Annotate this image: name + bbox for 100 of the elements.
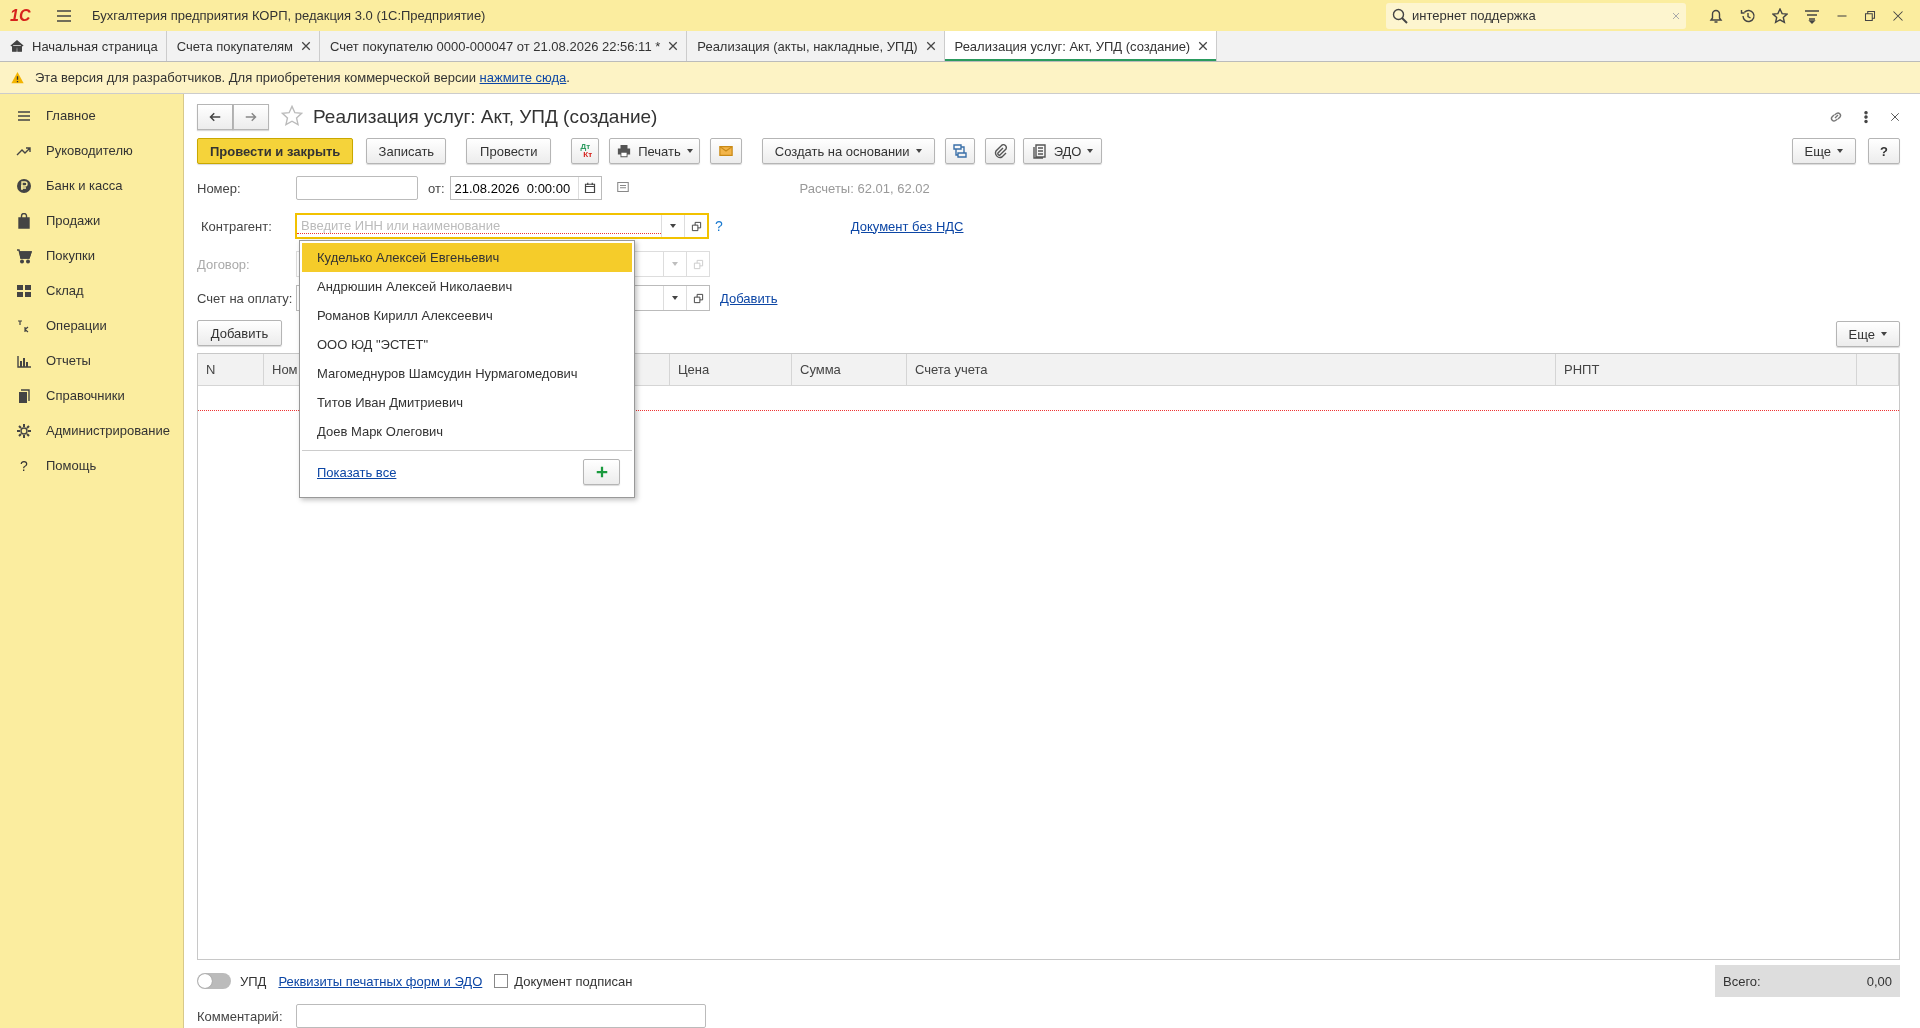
cart-icon [16, 247, 32, 264]
column-header: РНПТ [1556, 354, 1857, 385]
upd-toggle[interactable] [197, 973, 231, 989]
debit-credit-button[interactable]: Дт Кт [571, 138, 600, 164]
add-button[interactable] [583, 459, 620, 485]
attach-button[interactable] [984, 138, 1015, 164]
dropdown-item[interactable]: Доев Марк Олегович [302, 417, 632, 446]
close-icon [1198, 41, 1209, 51]
dropdown-item[interactable]: Титов Иван Дмитриевич [302, 388, 632, 417]
column-header: Сумма [792, 354, 907, 385]
search-field[interactable]: интернет поддержка [1386, 2, 1686, 29]
date-field[interactable]: 21.08.2026 0:00:00 [449, 176, 602, 200]
column-header: N [198, 354, 264, 385]
bag-icon [16, 212, 32, 229]
open-icon [692, 292, 704, 304]
post-button[interactable]: Провести [466, 138, 552, 164]
dropdown-item[interactable]: Куделько Алексей Евгеньевич [302, 243, 632, 272]
show-all-link[interactable]: Показать все [317, 464, 397, 480]
filter-menu-icon [1804, 7, 1820, 24]
form-title: Реализация услуг: Акт, УПД (создание) [313, 106, 658, 128]
close-icon [1890, 112, 1900, 122]
sidebar-item[interactable]: Операции [0, 308, 183, 343]
no-vat-link[interactable]: Документ без НДС [850, 218, 964, 234]
sidebar-item[interactable]: Руководителю [0, 133, 183, 168]
search-input[interactable]: интернет поддержка [1412, 8, 1668, 23]
total-value: 0,00 [1866, 973, 1892, 989]
counterparty-field[interactable]: Введите ИНН или наименование [295, 213, 709, 239]
open-icon [690, 220, 702, 232]
number-label: Номер: [197, 180, 242, 196]
printer-icon [616, 144, 633, 158]
history-icon [1740, 7, 1756, 24]
create-based-on-button[interactable]: Создать на основании [761, 138, 935, 164]
dropdown-item[interactable]: Андрюшин Алексей Николаевич [302, 272, 632, 301]
back-button[interactable] [197, 104, 233, 130]
list-icon [615, 180, 630, 193]
document-tab[interactable]: Счет покупателю 0000-000047 от 21.08.2026 22:56:11 * [320, 31, 688, 61]
app-title: Бухгалтерия предприятия КОРП, редакция 3.0 (1С:Предприятие) [92, 8, 486, 23]
dropdown-item[interactable]: Романов Кирилл Алексеевич [302, 301, 632, 330]
document-stack-icon [1031, 143, 1048, 159]
more-icon [1864, 110, 1868, 124]
help-mark[interactable]: ? [715, 218, 723, 234]
sidebar-item[interactable]: Справочники [0, 378, 183, 413]
warning-icon [10, 70, 25, 85]
coin-icon [16, 177, 32, 194]
close-icon [925, 41, 936, 51]
arrow-right-icon [244, 111, 258, 123]
sidebar-item[interactable]: ? Помощь [0, 448, 183, 483]
developer-version-notice: Эта версия для разработчиков. Для приобретения коммерческой версии нажмите сюда. [35, 70, 570, 85]
contract-label: Договор: [197, 256, 251, 272]
sidebar-item[interactable]: Главное [0, 98, 183, 133]
edo-button[interactable]: ЭДО [1022, 138, 1103, 164]
sidebar-item[interactable]: Склад [0, 273, 183, 308]
email-button[interactable] [709, 138, 742, 164]
close-icon [301, 41, 312, 51]
clear-icon [1672, 11, 1680, 20]
total-label: Всего: [1723, 973, 1761, 989]
column-header: Счета учета [907, 354, 1556, 385]
document-tab[interactable]: Реализация (акты, накладные, УПД) [687, 31, 945, 61]
date-label: от: [428, 180, 445, 196]
print-requisites-link[interactable]: Реквизиты печатных форм и ЭДО [278, 973, 483, 989]
gear-icon [16, 422, 32, 439]
post-and-close-button[interactable]: Провести и закрыть [197, 138, 354, 164]
star-icon [281, 104, 303, 127]
forward-button[interactable] [233, 104, 269, 130]
table-more-button[interactable]: Еще [1835, 321, 1900, 347]
help-button[interactable]: ? [1868, 138, 1900, 164]
arrow-left-icon [208, 111, 222, 123]
home-icon [10, 39, 24, 53]
upd-label: УПД [240, 973, 267, 989]
books-icon [16, 387, 32, 404]
close-icon [1892, 9, 1904, 22]
date-input[interactable]: 21.08.2026 0:00:00 [450, 180, 578, 196]
document-tab[interactable]: Начальная страница [0, 31, 167, 61]
add-invoice-link[interactable]: Добавить [720, 290, 778, 306]
sidebar-item[interactable]: Отчеты [0, 343, 183, 378]
signed-checkbox[interactable] [494, 974, 509, 988]
close-icon [668, 41, 679, 51]
document-tab[interactable]: Реализация услуг: Акт, УПД (создание) [944, 31, 1218, 61]
comment-field[interactable] [296, 1004, 706, 1028]
sidebar-item[interactable]: Продажи [0, 203, 183, 238]
save-button[interactable]: Записать [366, 138, 447, 164]
document-tab[interactable]: Счета покупателям [166, 31, 321, 61]
number-field[interactable] [296, 176, 418, 200]
menu-icon [56, 7, 72, 24]
sidebar-item[interactable]: Покупки [0, 238, 183, 273]
print-button[interactable]: Печать [609, 138, 700, 164]
counterparty-label: Контрагент: [200, 218, 273, 234]
add-row-button[interactable]: Добавить [197, 320, 282, 346]
plus-icon [595, 466, 608, 478]
sidebar-item[interactable]: Банк и касса [0, 168, 183, 203]
grid-icon [16, 282, 32, 299]
more-button[interactable]: Еще [1791, 138, 1856, 164]
sidebar-item[interactable]: Администрирование [0, 413, 183, 448]
structure-button[interactable] [944, 138, 975, 164]
comment-label: Комментарий: [197, 1008, 284, 1024]
calendar-icon [583, 182, 596, 194]
app-logo: 1С [10, 6, 32, 25]
help-icon: ? [16, 457, 32, 474]
accounts-text: Расчеты: 62.01, 62.02 [799, 180, 930, 196]
bell-icon [1708, 7, 1724, 24]
